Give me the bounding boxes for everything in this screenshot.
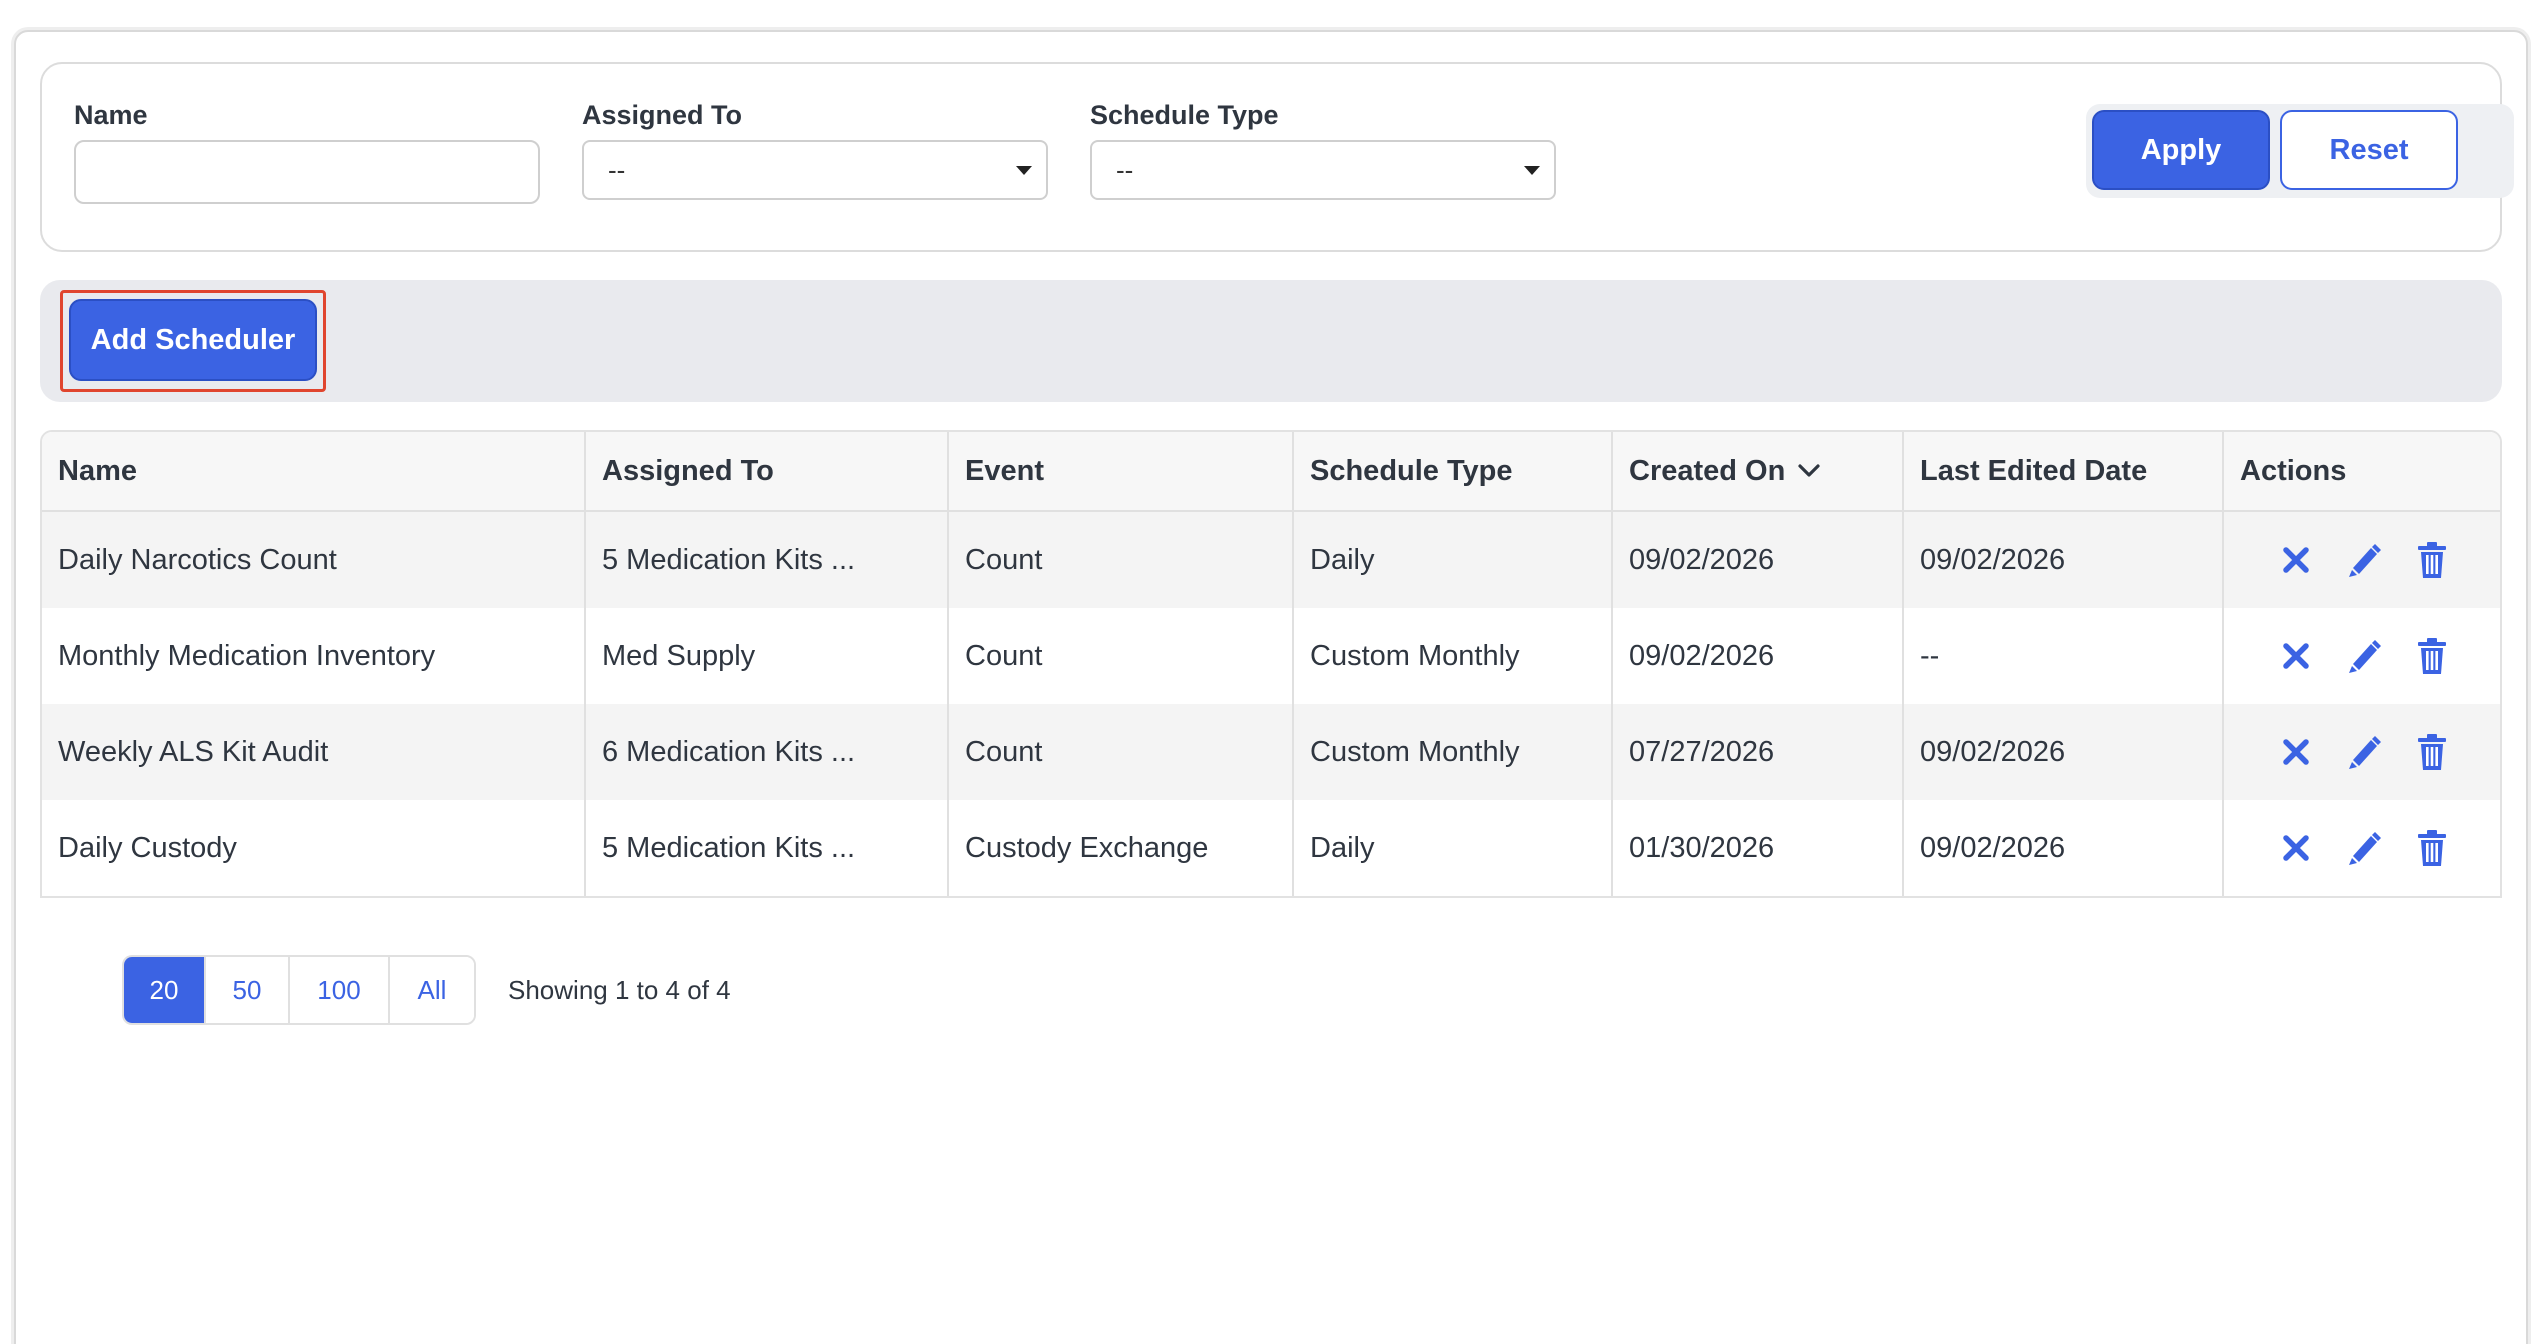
- cell-schedule-type: Daily: [1294, 800, 1613, 896]
- cell-created-on: 09/02/2026: [1613, 512, 1904, 608]
- table-header-row: Name Assigned To Event Schedule Type Cre…: [42, 432, 2500, 512]
- chevron-down-icon: [1524, 166, 1540, 175]
- schedule-type-select[interactable]: --: [1090, 140, 1556, 200]
- apply-button[interactable]: Apply: [2092, 110, 2270, 190]
- cell-last-edited-date: 09/02/2026: [1904, 704, 2224, 800]
- page-size-selector: 20 50 100 All: [122, 955, 476, 1025]
- cell-last-edited-date: 09/02/2026: [1904, 800, 2224, 896]
- trash-icon: [2417, 829, 2447, 867]
- pencil-icon: [2347, 734, 2381, 770]
- name-filter-label: Name: [74, 100, 148, 130]
- column-header-last-edited-date[interactable]: Last Edited Date: [1904, 432, 2224, 510]
- cell-assigned-to: 5 Medication Kits ...: [586, 512, 949, 608]
- column-header-event[interactable]: Event: [949, 432, 1294, 510]
- cell-schedule-type: Custom Monthly: [1294, 608, 1613, 704]
- pencil-icon: [2347, 830, 2381, 866]
- deactivate-button[interactable]: [2276, 826, 2316, 870]
- pencil-icon: [2347, 638, 2381, 674]
- column-header-actions: Actions: [2240, 454, 2347, 487]
- pagination-summary: Showing 1 to 4 of 4: [508, 975, 731, 1005]
- cell-assigned-to: 6 Medication Kits ...: [586, 704, 949, 800]
- table-row: Daily Narcotics Count 5 Medication Kits .…: [42, 512, 2500, 608]
- cell-actions: [2224, 704, 2500, 800]
- cell-name: Daily Narcotics Count: [42, 512, 586, 608]
- add-scheduler-button[interactable]: Add Scheduler: [69, 299, 317, 381]
- scheduler-table: Name Assigned To Event Schedule Type Cre…: [40, 430, 2502, 898]
- close-icon: [2281, 641, 2311, 671]
- filter-button-group: Apply Reset: [2086, 104, 2514, 198]
- deactivate-button[interactable]: [2276, 634, 2316, 678]
- assigned-to-select-value: --: [608, 154, 626, 185]
- table-toolbar: Add Scheduler: [40, 280, 2502, 402]
- edit-button[interactable]: [2344, 634, 2384, 678]
- schedule-type-select-value: --: [1116, 154, 1134, 185]
- edit-button[interactable]: [2344, 730, 2384, 774]
- trash-icon: [2417, 733, 2447, 771]
- cell-assigned-to: 5 Medication Kits ...: [586, 800, 949, 896]
- deactivate-button[interactable]: [2276, 538, 2316, 582]
- add-scheduler-highlight: Add Scheduler: [60, 290, 326, 392]
- trash-icon: [2417, 541, 2447, 579]
- cell-created-on: 07/27/2026: [1613, 704, 1904, 800]
- column-header-created-on-label: Created On: [1629, 454, 1786, 487]
- table-row: Monthly Medication Inventory Med Supply Co…: [42, 608, 2500, 704]
- filter-panel: Name Assigned To -- Schedule Type -- App…: [40, 62, 2514, 252]
- table-row: Daily Custody 5 Medication Kits ... Custod…: [42, 800, 2500, 896]
- cell-actions: [2224, 800, 2500, 896]
- pencil-icon: [2347, 542, 2381, 578]
- column-header-assigned-to[interactable]: Assigned To: [586, 432, 949, 510]
- delete-button[interactable]: [2412, 826, 2452, 870]
- chevron-down-icon: [1016, 166, 1032, 175]
- delete-button[interactable]: [2412, 538, 2452, 582]
- column-header-schedule-type[interactable]: Schedule Type: [1294, 432, 1613, 510]
- trash-icon: [2417, 637, 2447, 675]
- sort-descending-icon: [1797, 463, 1821, 479]
- cell-actions: [2224, 608, 2500, 704]
- table-row: Weekly ALS Kit Audit 6 Medication Kits ..…: [42, 704, 2500, 800]
- cell-last-edited-date: --: [1904, 608, 2224, 704]
- page-size-100[interactable]: 100: [290, 957, 390, 1023]
- column-header-created-on[interactable]: Created On: [1613, 432, 1904, 510]
- cell-assigned-to: Med Supply: [586, 608, 949, 704]
- assigned-to-filter-label: Assigned To: [582, 100, 743, 130]
- cell-actions: [2224, 512, 2500, 608]
- page-size-50[interactable]: 50: [206, 957, 290, 1023]
- cell-event: Count: [949, 704, 1294, 800]
- column-header-name[interactable]: Name: [42, 432, 586, 510]
- cell-last-edited-date: 09/02/2026: [1904, 512, 2224, 608]
- assigned-to-select[interactable]: --: [582, 140, 1048, 200]
- schedule-type-filter-label: Schedule Type: [1090, 100, 1279, 130]
- delete-button[interactable]: [2412, 634, 2452, 678]
- close-icon: [2281, 833, 2311, 863]
- cell-name: Daily Custody: [42, 800, 586, 896]
- cell-event: Custody Exchange: [949, 800, 1294, 896]
- close-icon: [2281, 737, 2311, 767]
- deactivate-button[interactable]: [2276, 730, 2316, 774]
- cell-name: Weekly ALS Kit Audit: [42, 704, 586, 800]
- page-size-all[interactable]: All: [390, 957, 474, 1023]
- cell-name: Monthly Medication Inventory: [42, 608, 586, 704]
- cell-schedule-type: Custom Monthly: [1294, 704, 1613, 800]
- reset-button[interactable]: Reset: [2280, 110, 2458, 190]
- close-icon: [2281, 545, 2311, 575]
- name-filter-input[interactable]: [74, 140, 540, 204]
- delete-button[interactable]: [2412, 730, 2452, 774]
- cell-created-on: 01/30/2026: [1613, 800, 1904, 896]
- edit-button[interactable]: [2344, 538, 2384, 582]
- cell-event: Count: [949, 512, 1294, 608]
- edit-button[interactable]: [2344, 826, 2384, 870]
- cell-schedule-type: Daily: [1294, 512, 1613, 608]
- cell-created-on: 09/02/2026: [1613, 608, 1904, 704]
- page-size-20[interactable]: 20: [124, 957, 206, 1023]
- cell-event: Count: [949, 608, 1294, 704]
